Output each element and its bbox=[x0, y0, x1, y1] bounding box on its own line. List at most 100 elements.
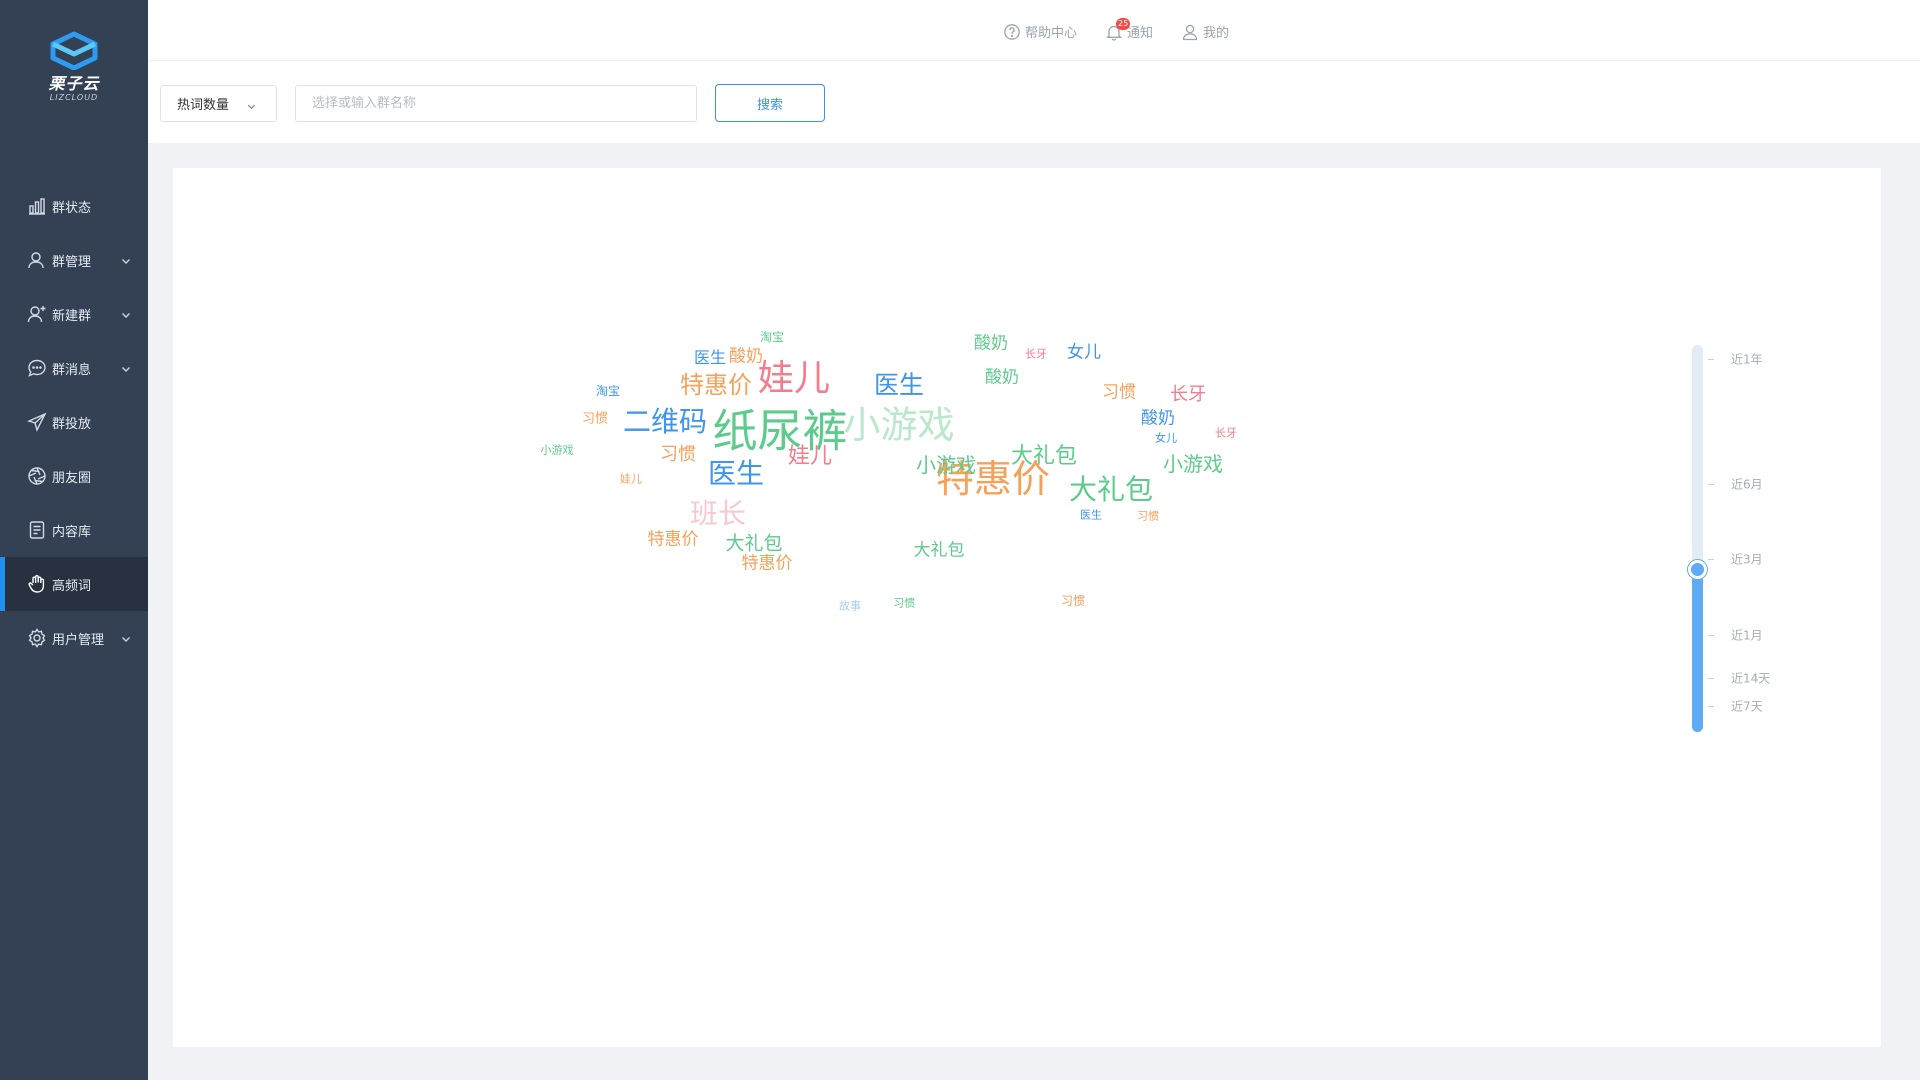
help-center-link[interactable]: 帮助中心 bbox=[1003, 22, 1077, 41]
chevron-down-icon bbox=[121, 255, 131, 265]
bar-chart-icon bbox=[26, 195, 48, 217]
time-range-slider-fill bbox=[1692, 569, 1703, 732]
group-search-input[interactable] bbox=[295, 85, 697, 122]
time-range-tick bbox=[1708, 678, 1714, 679]
word-cloud-word: 习惯 bbox=[1060, 594, 1086, 608]
time-range-slider-track[interactable] bbox=[1692, 345, 1703, 732]
word-cloud-word: 医生 bbox=[873, 370, 925, 400]
word-cloud-word: 医生 bbox=[707, 457, 765, 490]
word-cloud-word: 大礼包 bbox=[1010, 444, 1078, 469]
time-range-tick-label[interactable]: 近1月 bbox=[1731, 627, 1763, 644]
time-range-tick bbox=[1708, 359, 1714, 360]
top-links: 帮助中心 25 通知 我的 bbox=[1003, 18, 1229, 41]
time-range-tick-label[interactable]: 近3月 bbox=[1731, 551, 1763, 568]
word-cloud-word: 娃儿 bbox=[620, 472, 642, 486]
word-cloud-word: 酸奶 bbox=[985, 367, 1019, 388]
word-cloud-word: 医生 bbox=[693, 348, 727, 367]
search-button[interactable]: 搜索 bbox=[715, 84, 825, 122]
user-icon bbox=[26, 249, 48, 271]
chat-bubble-icon bbox=[26, 357, 48, 379]
word-cloud-word: 大礼包 bbox=[1068, 473, 1154, 506]
word-cloud-word: 长牙 bbox=[1215, 426, 1237, 440]
word-cloud-word: 酸奶 bbox=[974, 333, 1008, 354]
sidebar-item-hot-words[interactable]: 高频词 bbox=[0, 557, 148, 611]
word-cloud-word: 小游戏 bbox=[540, 443, 574, 457]
sidebar-item-group-manage[interactable]: 群管理 bbox=[0, 233, 148, 287]
sidebar-item-label: 用户管理 bbox=[52, 632, 105, 648]
sidebar-nav: 群状态 群管理 新建群 群消息 群投放 朋友圈 内容库 高频词 用户管理 bbox=[0, 179, 148, 665]
word-cloud-word: 淘宝 bbox=[595, 384, 621, 398]
word-cloud-word: 二维码 bbox=[622, 405, 708, 438]
help-center-label: 帮助中心 bbox=[1025, 26, 1078, 41]
word-cloud-word: 习惯 bbox=[581, 411, 609, 427]
help-icon bbox=[1004, 23, 1020, 40]
user-plus-icon bbox=[26, 303, 48, 325]
word-cloud-word: 娃儿 bbox=[787, 444, 833, 469]
sidebar-item-moments[interactable]: 朋友圈 bbox=[0, 449, 148, 503]
notification-label: 通知 bbox=[1127, 26, 1154, 41]
chevron-down-icon bbox=[121, 363, 131, 373]
logo[interactable]: 栗子云 LIZCLOUD bbox=[0, 30, 148, 110]
time-range-tick-label[interactable]: 近14天 bbox=[1731, 670, 1770, 687]
word-cloud-word: 特惠价 bbox=[647, 529, 699, 550]
sidebar-item-label: 群投放 bbox=[52, 416, 92, 432]
chevron-down-icon bbox=[121, 309, 131, 319]
sidebar-item-label: 内容库 bbox=[52, 524, 92, 540]
time-range-tick bbox=[1708, 706, 1714, 707]
time-range-tick-label[interactable]: 近1年 bbox=[1731, 351, 1763, 368]
metric-select-value: 热词数量 bbox=[177, 98, 230, 113]
word-cloud-word: 淘宝 bbox=[759, 330, 785, 344]
word-cloud-word: 小游戏 bbox=[916, 453, 976, 477]
time-range-tick bbox=[1708, 559, 1714, 560]
sidebar-item-group-delivery[interactable]: 群投放 bbox=[0, 395, 148, 449]
user-icon bbox=[1182, 24, 1198, 40]
word-cloud-word: 大礼包 bbox=[725, 532, 783, 555]
sidebar-item-label: 群管理 bbox=[52, 254, 92, 270]
word-cloud-word: 习惯 bbox=[1137, 509, 1159, 523]
sidebar-item-group-messages[interactable]: 群消息 bbox=[0, 341, 148, 395]
gear-icon bbox=[26, 627, 48, 649]
time-range-tick-label[interactable]: 近7天 bbox=[1731, 698, 1763, 715]
metric-select[interactable]: 热词数量 bbox=[160, 85, 277, 122]
aperture-icon bbox=[26, 465, 48, 487]
word-cloud-word: 医生 bbox=[1080, 508, 1102, 522]
notification-badge: 25 bbox=[1116, 18, 1131, 30]
paper-plane-icon bbox=[26, 411, 48, 433]
document-icon bbox=[26, 519, 48, 541]
content-card: 纸尿裤 小游戏 二维码 娃儿 特惠价 特惠价 医生 医生 大礼包 大礼包 小游戏 小游戏 班长 娃儿 大礼包… bbox=[173, 168, 1881, 1047]
sidebar-item-group-status[interactable]: 群状态 bbox=[0, 179, 148, 233]
logo-icon bbox=[50, 31, 98, 70]
word-cloud-word: 班长 bbox=[689, 497, 747, 530]
sidebar-item-label: 群消息 bbox=[52, 362, 92, 378]
word-cloud-word: 大礼包 bbox=[913, 540, 965, 561]
sidebar-item-user-manage[interactable]: 用户管理 bbox=[0, 611, 148, 665]
filter-bar: 热词数量 搜索 bbox=[148, 61, 1920, 143]
sidebar: 栗子云 LIZCLOUD 群状态 群管理 新建群 群消息 群投放 朋友圈 内容库… bbox=[0, 0, 148, 1080]
hand-icon bbox=[26, 573, 48, 595]
time-range-slider-handle[interactable] bbox=[1688, 560, 1707, 579]
word-cloud-word: 特惠价 bbox=[741, 553, 793, 574]
time-range-tick-label[interactable]: 近6月 bbox=[1731, 476, 1763, 493]
word-cloud-word: 酸奶 bbox=[1141, 408, 1175, 429]
top-bar: 帮助中心 25 通知 我的 bbox=[148, 0, 1920, 61]
time-range-tick bbox=[1708, 484, 1714, 485]
word-cloud: 纸尿裤 小游戏 二维码 娃儿 特惠价 特惠价 医生 医生 大礼包 大礼包 小游戏 小游戏 班长 娃儿 大礼包… bbox=[173, 168, 1881, 1047]
my-account-label: 我的 bbox=[1203, 26, 1230, 41]
word-cloud-word: 故事 bbox=[839, 599, 861, 613]
word-cloud-word: 女儿 bbox=[1155, 431, 1177, 445]
chevron-down-icon bbox=[121, 633, 131, 643]
sidebar-item-label: 新建群 bbox=[52, 308, 92, 324]
sidebar-item-label: 群状态 bbox=[52, 200, 92, 216]
time-range-tick bbox=[1708, 635, 1714, 636]
word-cloud-word: 女儿 bbox=[1067, 342, 1101, 363]
word-cloud-word: 小游戏 bbox=[843, 403, 955, 447]
sidebar-item-content-library[interactable]: 内容库 bbox=[0, 503, 148, 557]
word-cloud-word: 特惠价 bbox=[680, 371, 752, 399]
my-account-link[interactable]: 我的 bbox=[1181, 22, 1229, 41]
word-cloud-word: 习惯 bbox=[1102, 382, 1136, 403]
word-cloud-word: 长牙 bbox=[1170, 384, 1206, 405]
sidebar-item-new-group[interactable]: 新建群 bbox=[0, 287, 148, 341]
notification-link[interactable]: 25 通知 bbox=[1105, 18, 1154, 41]
brand-name: 栗子云 bbox=[48, 74, 100, 93]
chevron-down-icon bbox=[247, 100, 256, 110]
